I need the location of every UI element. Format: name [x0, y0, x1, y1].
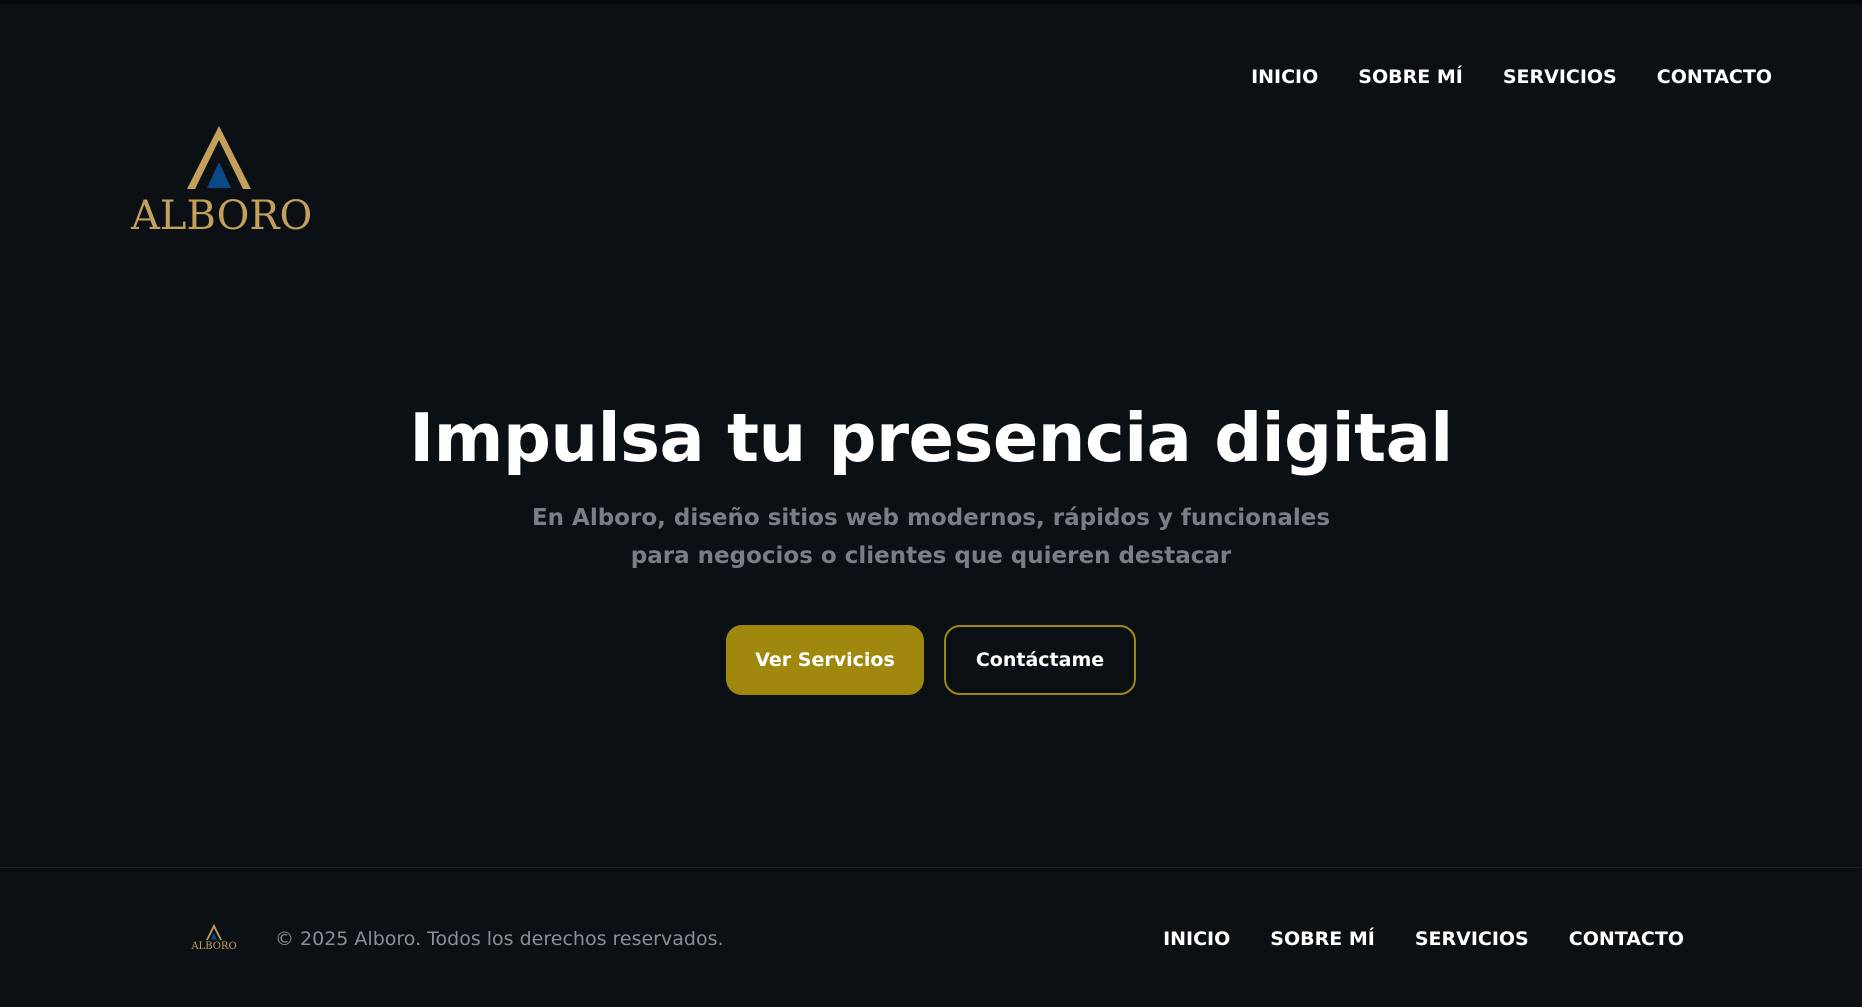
page: ALBORO INICIO SOBRE MÍ SERVICIOS CONTACT… — [0, 0, 1862, 1007]
contactame-button[interactable]: Contáctame — [944, 625, 1136, 696]
footer-nav-contacto[interactable]: CONTACTO — [1569, 926, 1684, 952]
footer-logo[interactable]: ALBORO — [191, 924, 237, 954]
footer-copyright: © 2025 Alboro. Todos los derechos reserv… — [275, 928, 724, 950]
footer-nav-sobre-mi[interactable]: SOBRE MÍ — [1270, 926, 1375, 952]
site-footer: ALBORO © 2025 Alboro. Todos los derechos… — [0, 868, 1862, 1007]
footer-nav: INICIO SOBRE MÍ SERVICIOS CONTACTO — [1163, 926, 1684, 952]
nav-contacto[interactable]: CONTACTO — [1657, 64, 1772, 90]
hero-section: Impulsa tu presencia digital En Alboro, … — [0, 399, 1862, 696]
site-logo[interactable]: ALBORO — [131, 126, 313, 242]
footer-logo-wordmark: ALBORO — [191, 941, 237, 952]
footer-nav-servicios[interactable]: SERVICIOS — [1415, 926, 1529, 952]
site-header: ALBORO INICIO SOBRE MÍ SERVICIOS CONTACT… — [0, 0, 1862, 280]
alboro-logo-icon — [187, 126, 251, 189]
hero-subtitle: En Alboro, diseño sitios web modernos, r… — [531, 505, 1331, 570]
nav-inicio[interactable]: INICIO — [1251, 64, 1318, 90]
logo-wordmark: ALBORO — [131, 193, 313, 239]
hero-title: Impulsa tu presencia digital — [409, 399, 1453, 477]
nav-sobre-mi[interactable]: SOBRE MÍ — [1358, 64, 1463, 90]
footer-nav-inicio[interactable]: INICIO — [1163, 926, 1230, 952]
ver-servicios-button[interactable]: Ver Servicios — [726, 625, 924, 696]
nav-servicios[interactable]: SERVICIOS — [1503, 64, 1617, 90]
main-nav: INICIO SOBRE MÍ SERVICIOS CONTACTO — [1251, 64, 1772, 90]
hero-buttons: Ver Servicios Contáctame — [0, 625, 1862, 696]
footer-alboro-logo-icon — [206, 924, 222, 940]
